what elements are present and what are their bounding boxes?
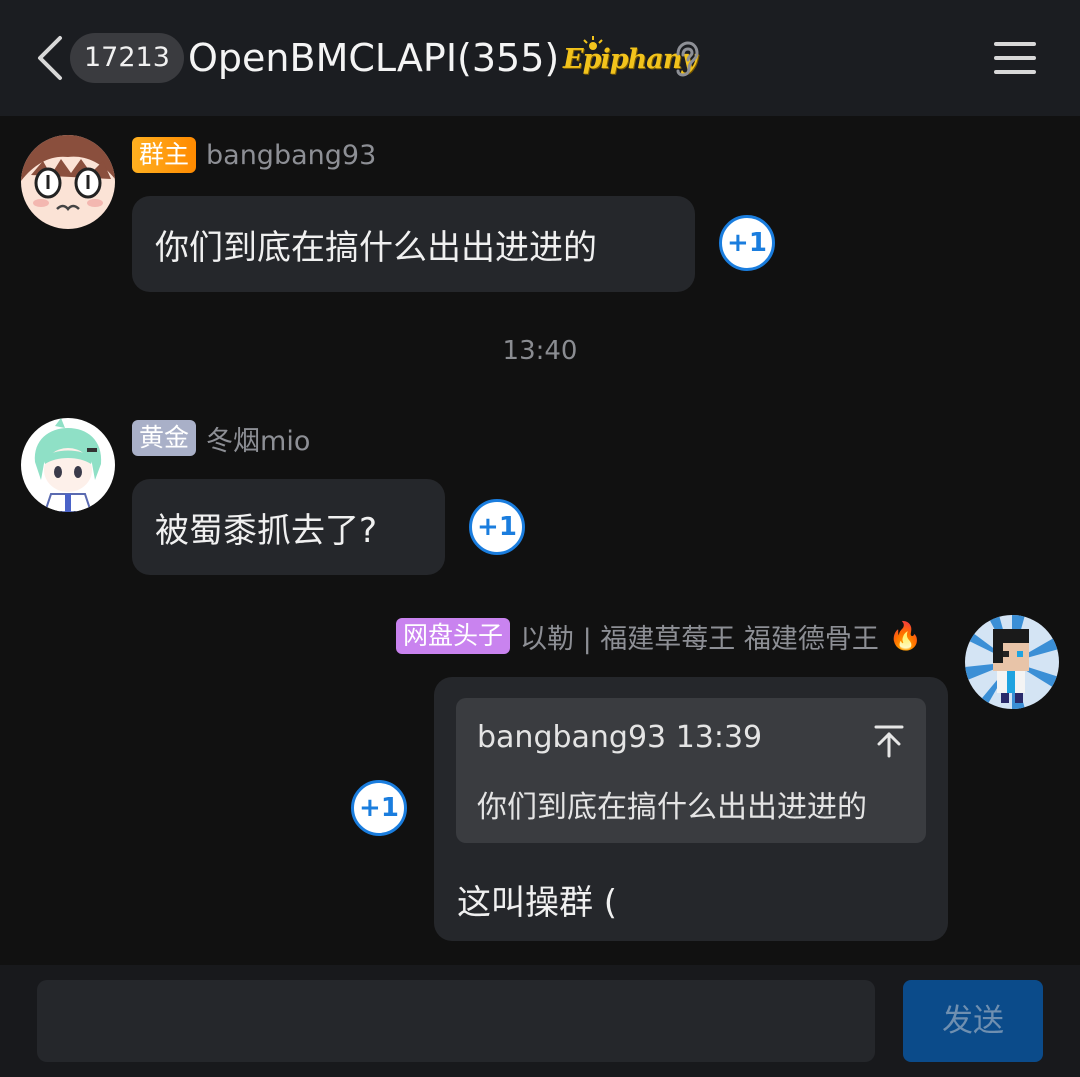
message-input-bar: 发送 — [0, 965, 1080, 1077]
avatar[interactable] — [965, 615, 1059, 709]
send-button[interactable]: 发送 — [903, 980, 1043, 1062]
sender-name[interactable]: 冬烟mio — [206, 419, 310, 458]
plus-one-button[interactable]: +1 — [719, 215, 775, 271]
sender-row: 网盘头子 以勒 | 福建草莓王 福建德骨王 🔥 — [396, 617, 922, 655]
sender-row: 群主 bangbang93 — [132, 136, 376, 174]
epiphany-title-badge: Epiphany — [563, 36, 697, 82]
owner-tag: 群主 — [132, 137, 197, 173]
quote-time: 13:39 — [675, 720, 763, 755]
fire-emoji: 🔥 — [888, 621, 923, 652]
plus-one-button[interactable]: +1 — [351, 780, 407, 836]
avatar[interactable] — [21, 135, 115, 229]
message-text: 你们到底在搞什么出出进进的 — [155, 228, 597, 268]
quoted-message[interactable]: bangbang93 13:39 你们到底在搞什么出出进进的 — [456, 698, 926, 843]
message-text: 被蜀黍抓去了? — [155, 511, 378, 551]
sender-row: 黄金 冬烟mio — [132, 419, 310, 457]
pan-tag: 网盘头子 — [396, 618, 511, 654]
sender-name[interactable]: 以勒 | 福建草莓王 福建德骨王 — [520, 617, 879, 656]
unread-count-badge[interactable]: 17213 — [70, 33, 184, 83]
anime-avatar-green-hair-icon — [21, 418, 115, 512]
anime-avatar-brown-hair-icon — [21, 135, 115, 229]
message-bubble[interactable]: 你们到底在搞什么出出进进的 — [132, 196, 695, 292]
chat-header: 17213 OpenBMCLAPI(355) Epiphany — [0, 0, 1080, 116]
message-text: 这叫操群 ( — [457, 883, 618, 923]
group-title[interactable]: OpenBMCLAPI(355) — [188, 30, 559, 86]
sender-name[interactable]: bangbang93 — [206, 140, 376, 171]
ear-icon[interactable] — [672, 40, 700, 78]
jump-to-top-icon[interactable] — [874, 724, 904, 758]
plus-one-button[interactable]: +1 — [469, 499, 525, 555]
time-divider: 13:40 — [502, 336, 578, 366]
chevron-left-icon[interactable] — [32, 34, 68, 82]
quote-sender: bangbang93 — [477, 720, 667, 755]
quote-header: bangbang93 13:39 — [477, 720, 762, 755]
message-input[interactable] — [37, 980, 875, 1062]
hamburger-menu-icon[interactable] — [994, 40, 1036, 76]
gold-tag: 黄金 — [132, 420, 197, 456]
avatar[interactable] — [21, 418, 115, 512]
message-bubble[interactable]: 被蜀黍抓去了? — [132, 479, 445, 575]
pixel-avatar-icon — [965, 615, 1059, 709]
quote-text: 你们到底在搞什么出出进进的 — [477, 790, 867, 825]
